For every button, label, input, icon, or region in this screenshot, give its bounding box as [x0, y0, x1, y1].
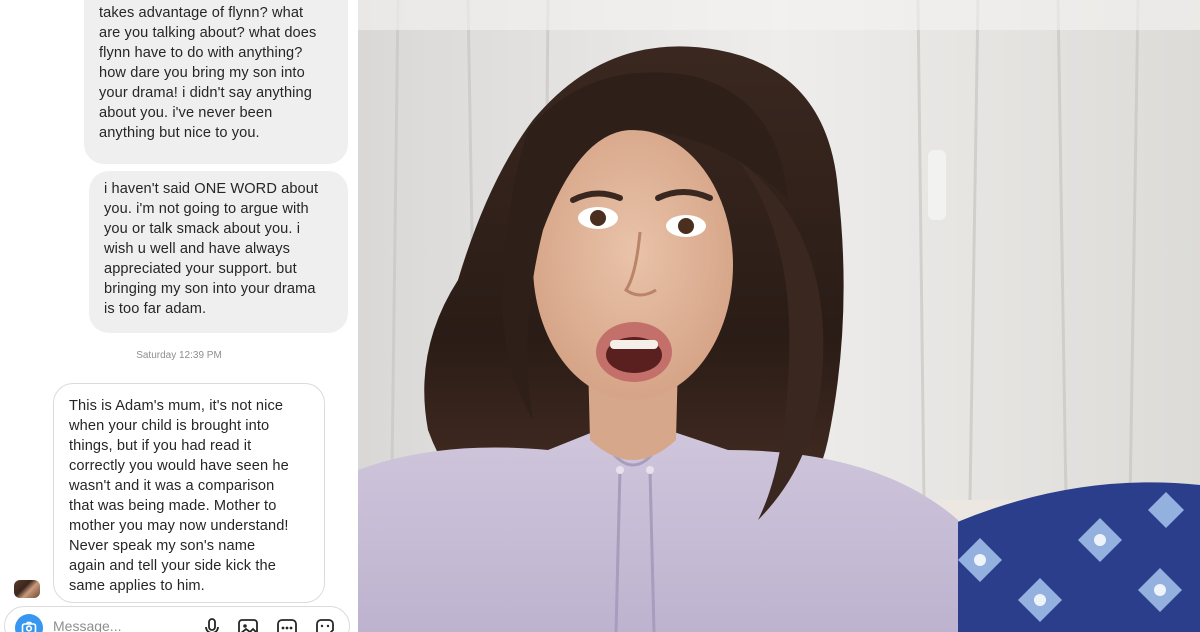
- camera-button[interactable]: [15, 614, 43, 632]
- video-frame: [358, 0, 1200, 632]
- outgoing-message-bubble[interactable]: takes advantage of flynn? what are you t…: [84, 0, 348, 164]
- outgoing-message-bubble[interactable]: i haven't said ONE WORD about you. i'm n…: [89, 171, 348, 333]
- message-timestamp: Saturday 12:39 PM: [136, 350, 222, 361]
- more-icon[interactable]: [275, 616, 299, 632]
- message-composer: [4, 606, 350, 632]
- message-input[interactable]: [53, 618, 183, 632]
- chat-panel: takes advantage of flynn? what are you t…: [0, 0, 359, 632]
- speaker-video-image: [358, 0, 1200, 632]
- incoming-message-bubble[interactable]: This is Adam's mum, it's not nice when y…: [53, 383, 325, 603]
- screen: takes advantage of flynn? what are you t…: [0, 0, 1200, 632]
- image-icon[interactable]: [236, 616, 260, 632]
- sender-avatar[interactable]: [14, 580, 40, 598]
- camera-icon: [21, 621, 37, 632]
- sticker-icon[interactable]: [313, 616, 337, 632]
- microphone-icon[interactable]: [200, 616, 224, 632]
